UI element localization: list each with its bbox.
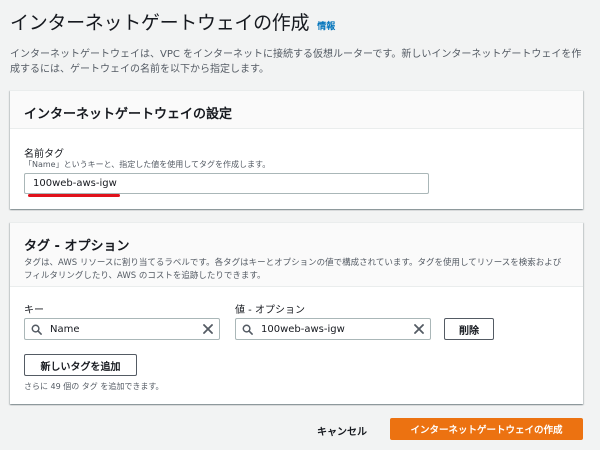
cancel-button[interactable]: キャンセル [317,423,367,438]
panel-title: インターネットゲートウェイの設定 [24,107,233,122]
value-label: 値 - オプション [235,305,305,316]
tag-value-value: 100web-aws-igw [261,323,345,335]
page-description: インターネットゲートウェイは、VPC をインターネットに接続する仮想ルーターです… [10,49,582,75]
add-tag-button[interactable]: 新しいタグを追加 [24,354,137,376]
title-row: インターネットゲートウェイの作成 情報 [10,8,590,35]
name-tag-label: 名前タグ [24,149,64,160]
close-icon[interactable] [203,324,213,334]
panel-title: タグ - オプション [24,239,130,254]
annotation-underline [28,194,120,197]
tag-value-input[interactable]: 100web-aws-igw [235,318,431,340]
search-icon [31,324,42,335]
panel-header: タグ - オプション タグは、AWS リソースに割り当てるラベルです。各タグはキ… [10,223,583,287]
close-icon[interactable] [414,324,424,334]
remove-tag-button[interactable]: 削除 [444,318,494,340]
create-gateway-button[interactable]: インターネットゲートウェイの作成 [390,418,583,440]
panel-description: タグは、AWS リソースに割り当てるラベルです。各タグはキーとオプションの値で構… [24,258,562,281]
tag-key-value: Name [50,323,80,335]
tags-panel: タグ - オプション タグは、AWS リソースに割り当てるラベルです。各タグはキ… [10,222,583,404]
search-icon [242,324,253,335]
gateway-settings-panel: インターネットゲートウェイの設定 名前タグ 「Name」というキーと、指定した値… [10,90,583,209]
page-title: インターネットゲートウェイの作成 [10,12,310,34]
page-header: インターネットゲートウェイの作成 情報 [10,8,590,35]
name-tag-input[interactable]: 100web-aws-igw [24,173,429,194]
name-tag-hint: 「Name」というキーと、指定した値を使用してタグを作成します。 [24,160,271,169]
info-link[interactable]: 情報 [317,19,335,32]
key-label: キー [24,305,44,316]
tag-key-input[interactable]: Name [24,318,220,340]
panel-header: インターネットゲートウェイの設定 [10,91,583,129]
remaining-tags-hint: さらに 49 個の タグ を追加できます。 [24,382,164,391]
